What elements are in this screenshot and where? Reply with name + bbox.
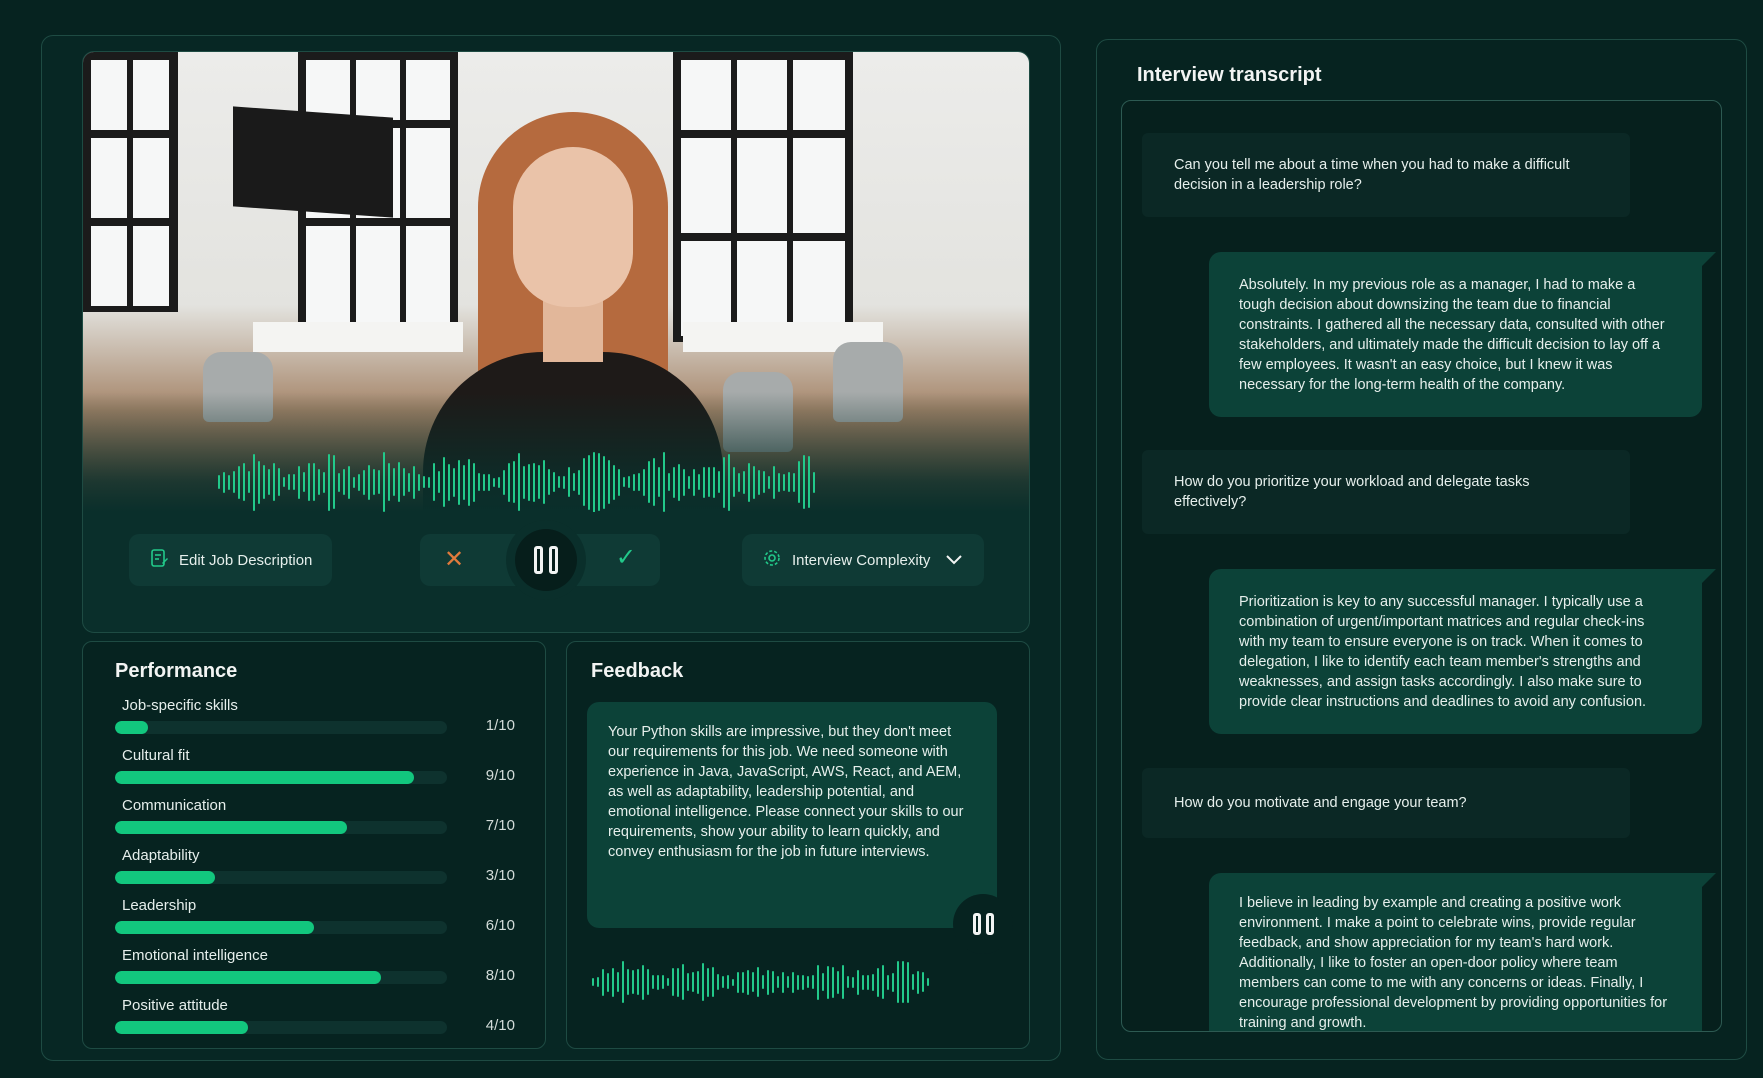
- gear-icon: [762, 548, 782, 572]
- performance-bar-fill: [115, 821, 348, 834]
- wall-tv: [233, 106, 393, 218]
- performance-bar-fill: [115, 771, 414, 784]
- performance-bar: [115, 921, 447, 934]
- performance-title: Performance: [115, 660, 238, 682]
- performance-bar-fill: [115, 971, 381, 984]
- call-controls: ✕ ✓: [420, 520, 660, 600]
- transcript-question: How do you motivate and engage your team…: [1142, 768, 1630, 838]
- performance-row: Emotional intelligence 8/10: [115, 947, 515, 987]
- performance-row: Leadership 6/10: [115, 897, 515, 937]
- video-feed: [83, 52, 1029, 512]
- transcript-question: Can you tell me about a time when you ha…: [1142, 133, 1630, 217]
- performance-score: 9/10: [485, 767, 515, 784]
- performance-bar: [115, 821, 447, 834]
- transcript-answer: Absolutely. In my previous role as a man…: [1209, 252, 1716, 417]
- pause-button[interactable]: [506, 520, 586, 600]
- edit-document-icon: [149, 548, 169, 572]
- performance-bar: [115, 871, 447, 884]
- performance-label: Job-specific skills: [122, 697, 238, 714]
- office-table-left: [253, 322, 463, 352]
- performance-bar-fill: [115, 921, 315, 934]
- performance-card: Performance Job-specific skills 1/10 Cultu…: [82, 641, 546, 1049]
- interviewer-avatar-face: [513, 147, 633, 307]
- transcript-list[interactable]: Can you tell me about a time when you ha…: [1121, 100, 1722, 1032]
- performance-label: Leadership: [122, 897, 197, 914]
- transcript-title: Interview transcript: [1137, 64, 1322, 86]
- performance-score: 7/10: [485, 817, 515, 834]
- transcript-panel: Interview transcript Can you tell me abo…: [1096, 39, 1747, 1060]
- interview-panel: Edit Job Description ✕ ✓ Interview Compl…: [41, 35, 1061, 1061]
- pause-icon: [972, 913, 981, 935]
- pause-icon: [534, 546, 543, 574]
- voice-waveform: [218, 447, 815, 512]
- performance-row: Cultural fit 9/10: [115, 747, 515, 787]
- video-call-card: Edit Job Description ✕ ✓ Interview Compl…: [82, 51, 1030, 633]
- performance-score: 4/10: [485, 1017, 515, 1034]
- transcript-answer: I believe in leading by example and crea…: [1209, 873, 1716, 1031]
- transcript-question: How do you prioritize your workload and …: [1142, 450, 1630, 534]
- performance-row: Adaptability 3/10: [115, 847, 515, 887]
- office-window-left: [83, 52, 178, 312]
- office-window-right: [673, 52, 853, 342]
- performance-bar: [115, 1021, 447, 1034]
- accept-check-icon[interactable]: ✓: [616, 546, 636, 570]
- performance-row: Positive attitude 4/10: [115, 997, 515, 1037]
- edit-job-description-button[interactable]: Edit Job Description: [129, 534, 333, 586]
- feedback-title: Feedback: [591, 660, 684, 682]
- performance-bar-fill: [115, 721, 149, 734]
- feedback-text: Your Python skills are impressive, but t…: [587, 702, 997, 928]
- performance-score: 3/10: [485, 867, 515, 884]
- performance-label: Communication: [122, 797, 227, 814]
- feedback-pause-button[interactable]: [953, 894, 1013, 954]
- performance-bar: [115, 971, 447, 984]
- chevron-down-icon: [946, 552, 963, 569]
- interview-complexity-dropdown[interactable]: Interview Complexity: [742, 534, 984, 586]
- reject-icon[interactable]: ✕: [444, 548, 464, 572]
- feedback-waveform: [592, 957, 929, 1007]
- feedback-card: Feedback Your Python skills are impressi…: [566, 641, 1030, 1049]
- performance-score: 8/10: [485, 967, 515, 984]
- performance-score: 1/10: [485, 717, 515, 734]
- performance-label: Emotional intelligence: [122, 947, 268, 964]
- performance-label: Adaptability: [122, 847, 200, 864]
- performance-label: Positive attitude: [122, 997, 228, 1014]
- performance-bar-fill: [115, 871, 215, 884]
- performance-bar: [115, 771, 447, 784]
- performance-bar: [115, 721, 447, 734]
- performance-bar-fill: [115, 1021, 248, 1034]
- performance-score: 6/10: [485, 917, 515, 934]
- edit-job-description-label: Edit Job Description: [179, 551, 313, 569]
- performance-row: Communication 7/10: [115, 797, 515, 837]
- performance-row: Job-specific skills 1/10: [115, 697, 515, 737]
- interview-complexity-label: Interview Complexity: [792, 551, 931, 569]
- performance-label: Cultural fit: [122, 747, 190, 764]
- transcript-answer: Prioritization is key to any successful …: [1209, 569, 1716, 734]
